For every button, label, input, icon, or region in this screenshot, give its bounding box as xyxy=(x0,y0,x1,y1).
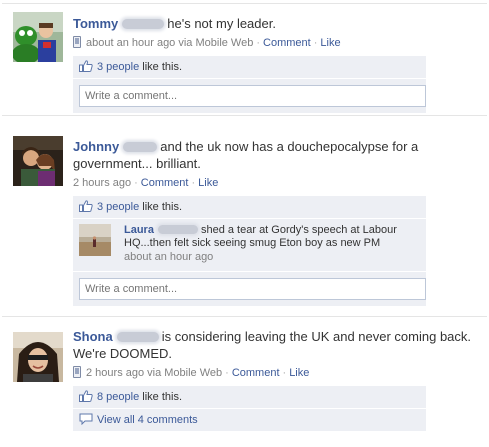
avatar-johnny[interactable] xyxy=(13,136,63,186)
avatar-laura[interactable] xyxy=(79,224,111,256)
post-meta: 2 hours ago via Mobile Web · Comment · Like xyxy=(73,366,483,380)
mobile-phone-icon xyxy=(73,36,81,48)
post-author-link[interactable]: Shona xyxy=(73,329,113,344)
redacted-surname xyxy=(157,225,198,234)
post-message: Tommy he's not my leader. xyxy=(73,15,483,32)
thumbs-up-icon xyxy=(79,200,93,212)
like-link[interactable]: Like xyxy=(198,177,218,189)
redacted-surname xyxy=(116,332,159,342)
post-content: Shona is considering leaving the UK and n… xyxy=(73,328,483,432)
comment-link[interactable]: Comment xyxy=(263,37,311,49)
likes-row: 3 people like this. xyxy=(73,56,426,79)
likes-row: 3 people like this. xyxy=(73,196,426,219)
comment-bubble-icon xyxy=(79,413,93,425)
post-time: 2 hours ago via Mobile Web xyxy=(86,367,223,379)
write-comment-row xyxy=(73,79,426,114)
meta-separator: · xyxy=(282,367,287,379)
likes-row: 8 people like this. xyxy=(73,386,426,409)
post-time: about an hour ago via Mobile Web xyxy=(86,37,254,49)
likes-suffix: like this. xyxy=(139,201,183,213)
post-feedback-box: 3 people like this. Laura shed a tear at… xyxy=(73,196,426,307)
post-meta: 2 hours ago · Comment · Like xyxy=(73,176,483,190)
thumbs-up-icon xyxy=(79,390,93,402)
write-comment-row xyxy=(73,272,426,307)
feed-divider xyxy=(2,115,487,116)
redacted-surname xyxy=(122,19,165,29)
post-feedback-box: 8 people like this. View all 4 comments xyxy=(73,386,426,432)
post-meta: about an hour ago via Mobile Web · Comment… xyxy=(73,36,483,50)
post-text: he's not my leader. xyxy=(167,16,276,31)
comment-input[interactable] xyxy=(79,278,426,300)
comment-time: about an hour ago xyxy=(124,251,214,263)
comment-author-link[interactable]: Laura xyxy=(124,224,154,236)
post-time: 2 hours ago xyxy=(73,177,132,189)
likers-link[interactable]: 3 people xyxy=(97,201,139,213)
meta-separator: · xyxy=(134,177,138,189)
likes-suffix: like this. xyxy=(139,391,183,403)
post-message: Johnny and the uk now has a douchepocalyp… xyxy=(73,138,483,172)
news-feed: Tommy he's not my leader. about an hour a… xyxy=(0,0,489,447)
meta-separator: · xyxy=(225,367,229,379)
post-content: Johnny and the uk now has a douchepocalyp… xyxy=(73,138,483,307)
feed-divider xyxy=(2,3,487,4)
post-author-link[interactable]: Johnny xyxy=(73,139,119,154)
likes-suffix: like this. xyxy=(139,61,183,73)
likers-link[interactable]: 3 people xyxy=(97,61,139,73)
view-all-comments-link[interactable]: View all 4 comments xyxy=(97,414,198,426)
meta-separator: · xyxy=(256,37,261,49)
thumbs-up-icon xyxy=(79,60,93,72)
post-message: Shona is considering leaving the UK and n… xyxy=(73,328,483,362)
redacted-surname xyxy=(123,142,158,152)
comment-item: Laura shed a tear at Gordy's speech at La… xyxy=(73,219,426,272)
likers-link[interactable]: 8 people xyxy=(97,391,139,403)
avatar-shona[interactable] xyxy=(13,332,63,382)
comment-link[interactable]: Comment xyxy=(232,367,280,379)
avatar-tommy[interactable] xyxy=(13,12,63,62)
comment-link[interactable]: Comment xyxy=(141,177,189,189)
like-link[interactable]: Like xyxy=(320,37,340,49)
like-link[interactable]: Like xyxy=(289,367,309,379)
feed-divider xyxy=(2,316,487,317)
comment-body: Laura shed a tear at Gordy's speech at La… xyxy=(124,224,420,264)
post-content: Tommy he's not my leader. about an hour a… xyxy=(73,15,483,114)
meta-separator: · xyxy=(313,37,318,49)
comment-input[interactable] xyxy=(79,85,426,107)
mobile-phone-icon xyxy=(73,366,81,378)
view-all-comments-row: View all 4 comments xyxy=(73,409,426,432)
post-author-link[interactable]: Tommy xyxy=(73,16,118,31)
post-feedback-box: 3 people like this. xyxy=(73,56,426,114)
meta-separator: · xyxy=(191,177,196,189)
